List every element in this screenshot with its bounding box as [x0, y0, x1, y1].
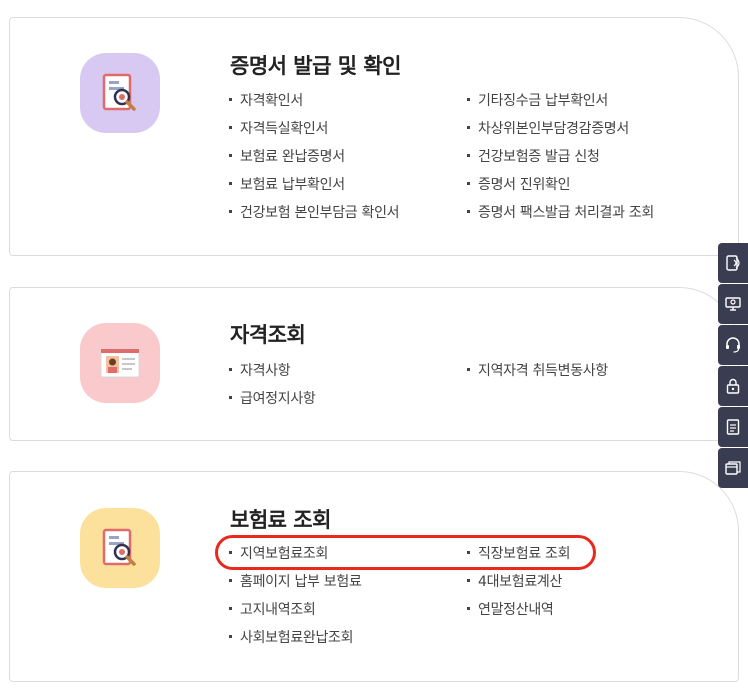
section-title: 자격조회 [230, 323, 306, 347]
section-icon-badge [80, 53, 160, 133]
quick-menu-item[interactable] [718, 366, 748, 406]
phone-tablet-icon [726, 255, 740, 271]
link-copay-confirmation[interactable]: 건강보험 본인부담금 확인서 [229, 204, 400, 222]
quick-menu-item[interactable] [718, 284, 748, 324]
link-row: 지역보험료조회 직장보험료 조회 [229, 545, 709, 573]
link-homepage-paid-premium[interactable]: 홈페이지 납부 보험료 [229, 573, 362, 591]
link-benefit-suspension[interactable]: 급여정지사항 [229, 390, 316, 408]
section-icon-badge [80, 508, 160, 588]
link-certificate-verify[interactable]: 증명서 진위확인 [467, 176, 571, 194]
link-workplace-premium[interactable]: 직장보험료 조회 [467, 545, 571, 563]
link-row: 건강보험 본인부담금 확인서 증명서 팩스발급 처리결과 조회 [229, 204, 709, 232]
quick-menu-item[interactable] [718, 243, 748, 283]
id-card-icon [100, 348, 140, 378]
section-title: 보험료 조회 [230, 508, 331, 532]
link-row: 급여정지사항 [229, 390, 709, 418]
monitor-user-icon [725, 297, 741, 311]
qualification-section: 자격조회 자격사항 지역자격 취득변동사항 급여정지사항 [9, 287, 739, 441]
browser-windows-icon [725, 461, 741, 475]
link-row: 자격확인서 기타징수금 납부확인서 [229, 92, 709, 120]
section-title: 증명서 발급 및 확인 [230, 54, 402, 78]
link-regional-premium[interactable]: 지역보험료조회 [229, 545, 328, 563]
quick-menu-item[interactable] [718, 448, 748, 488]
link-regional-qualification-changes[interactable]: 지역자격 취득변동사항 [467, 362, 608, 380]
link-row: 자격득실확인서 차상위본인부담경감증명서 [229, 120, 709, 148]
link-qualification-details[interactable]: 자격사항 [229, 362, 291, 380]
link-list: 지역보험료조회 직장보험료 조회 홈페이지 납부 보험료 4대보험료계산 고지내… [229, 545, 709, 657]
document-search-icon [102, 73, 136, 111]
link-fax-result[interactable]: 증명서 팩스발급 처리결과 조회 [467, 204, 654, 222]
link-qualification-confirmation[interactable]: 자격확인서 [229, 92, 303, 110]
link-social-insurance-full-payment[interactable]: 사회보험료완납조회 [229, 629, 354, 647]
link-full-payment-certificate[interactable]: 보험료 완납증명서 [229, 148, 345, 166]
headset-icon [726, 337, 740, 353]
link-other-collection-payment[interactable]: 기타징수금 납부확인서 [467, 92, 608, 110]
link-qualification-history[interactable]: 자격득실확인서 [229, 120, 328, 138]
link-four-insurance-calculator[interactable]: 4대보험료계산 [467, 573, 562, 591]
link-row: 홈페이지 납부 보험료 4대보험료계산 [229, 573, 709, 601]
link-row: 자격사항 지역자격 취득변동사항 [229, 362, 709, 390]
link-list: 자격확인서 기타징수금 납부확인서 자격득실확인서 차상위본인부담경감증명서 보… [229, 92, 709, 232]
link-year-end-settlement[interactable]: 연말정산내역 [467, 601, 554, 619]
link-row: 보험료 완납증명서 건강보험증 발급 신청 [229, 148, 709, 176]
link-payment-confirmation[interactable]: 보험료 납부확인서 [229, 176, 345, 194]
link-row: 보험료 납부확인서 증명서 진위확인 [229, 176, 709, 204]
document-list-icon [726, 419, 740, 435]
link-insurance-card-request[interactable]: 건강보험증 발급 신청 [467, 148, 600, 166]
link-row: 고지내역조회 연말정산내역 [229, 601, 709, 629]
certificate-section: 증명서 발급 및 확인 자격확인서 기타징수금 납부확인서 자격득실확인서 차상… [9, 17, 739, 256]
document-search-icon [102, 528, 136, 566]
link-reduction-certificate[interactable]: 차상위본인부담경감증명서 [467, 120, 629, 138]
premium-section: 보험료 조회 지역보험료조회 직장보험료 조회 홈페이지 납부 보험료 4대보험… [9, 471, 739, 682]
section-icon-badge [80, 323, 160, 403]
link-list: 자격사항 지역자격 취득변동사항 급여정지사항 [229, 362, 709, 418]
lock-icon [726, 378, 740, 394]
quick-menu [718, 243, 748, 489]
link-row: 사회보험료완납조회 [229, 629, 709, 657]
link-notice-history[interactable]: 고지내역조회 [229, 601, 316, 619]
quick-menu-item[interactable] [718, 325, 748, 365]
quick-menu-item[interactable] [718, 407, 748, 447]
